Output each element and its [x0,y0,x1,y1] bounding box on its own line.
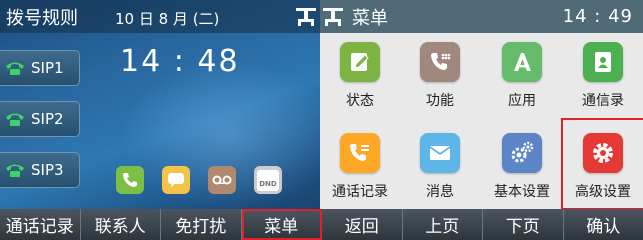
menu-item-status[interactable]: 状态 [320,42,400,132]
softkey-directory[interactable]: 联系人 [81,209,161,240]
phone-icon [6,62,24,75]
network-icon [323,8,343,26]
menu-item-label: 应用 [508,93,536,109]
advanced-settings-icon [583,133,623,173]
menu-item-label: 基本设置 [494,184,550,200]
apps-icon [502,42,542,82]
contacts-icon [583,42,623,82]
softkey-back[interactable]: 返回 [322,209,403,240]
status-bar-title: 拨号规则 [6,7,78,29]
line-label: SIP1 [31,59,64,77]
menu-item-apps[interactable]: 应用 [482,42,562,132]
menu-screen: 菜单 14 : 49 状态 功能 应用 通信录 通话记录 消息 基本设置 高级设… [320,0,643,240]
dnd-icon[interactable]: DND [254,166,282,194]
softkey-bar: 通话记录 联系人 免打扰 菜单 返回 上页 下页 确认 [0,209,643,240]
menu-item-contacts[interactable]: 通信录 [563,42,643,132]
idle-clock: 14 : 48 [120,44,240,79]
message-icon [420,133,460,173]
menu-item-label: 消息 [426,184,454,200]
status-bar-date: 10 日 8 月 (二) [115,10,220,28]
message-icon[interactable] [162,166,190,194]
features-icon [420,42,460,82]
idle-dock: DND [104,158,286,200]
dnd-label: DND [259,179,277,188]
phone-icon [6,113,24,126]
softkey-page-down[interactable]: 下页 [483,209,564,240]
menu-item-label: 通话记录 [332,184,388,200]
line-label: SIP3 [31,161,64,179]
line-key-sip2[interactable]: SIP2 [0,101,80,137]
softkey-dnd[interactable]: 免打扰 [161,209,242,240]
status-bar: 拨号规则 10 日 8 月 (二) [0,0,320,33]
softkey-page-up[interactable]: 上页 [403,209,483,240]
menu-item-features[interactable]: 功能 [400,42,480,132]
phone-icon [6,164,24,177]
call-history-icon [340,133,380,173]
status-bar-time: 14 : 49 [562,6,633,27]
menu-item-label: 通信录 [582,93,624,109]
line-label: SIP2 [31,110,64,128]
menu-item-label: 功能 [426,93,454,109]
phone-icon[interactable] [116,166,144,194]
softkey-confirm[interactable]: 确认 [564,209,643,240]
menu-item-label: 高级设置 [575,184,631,200]
network-icon [296,8,316,26]
menu-status-bar: 菜单 14 : 49 [320,0,643,33]
idle-screen: 拨号规则 10 日 8 月 (二) SIP1 SIP2 SIP3 14 : 48 [0,0,320,240]
softkey-menu[interactable]: 菜单 [241,209,322,240]
softkey-history[interactable]: 通话记录 [0,209,81,240]
basic-settings-icon [502,133,542,173]
status-icon [340,42,380,82]
menu-item-label: 状态 [346,93,374,109]
line-key-sip1[interactable]: SIP1 [0,50,80,86]
line-key-sip3[interactable]: SIP3 [0,152,80,188]
voicemail-icon[interactable] [208,166,236,194]
menu-item-advanced-settings[interactable]: 高级设置 [561,118,643,210]
